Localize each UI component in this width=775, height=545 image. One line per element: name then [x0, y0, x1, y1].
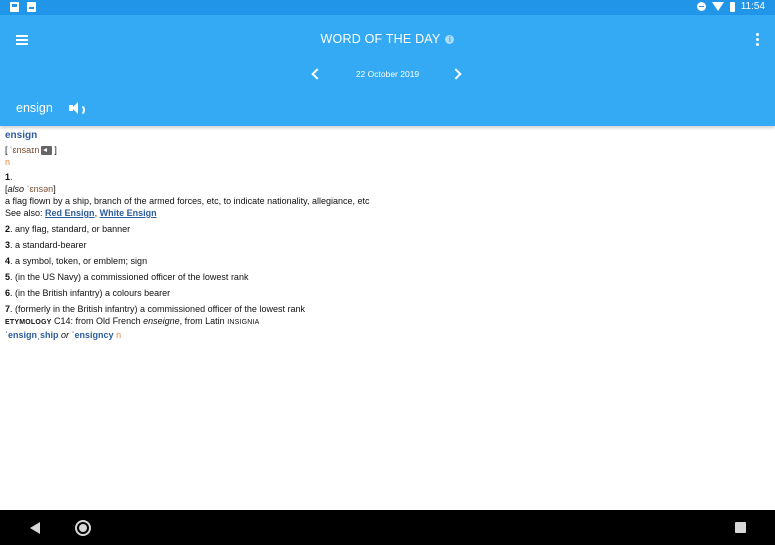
sense-text: . (formerly in the British infantry) a c…	[10, 304, 305, 314]
link-separator: ,	[94, 208, 98, 218]
speaker-wave	[78, 104, 85, 116]
pron-bracket-open: [	[5, 145, 8, 155]
link-red-ensign[interactable]: Red Ensign	[45, 208, 95, 218]
sense-text: . a standard-bearer	[10, 240, 87, 250]
wifi-icon	[711, 2, 724, 11]
sense-1: 1. [also ˈɛnsən] a flag flown by a ship,…	[5, 171, 770, 219]
etymology-source: INSIGNIA	[227, 319, 260, 326]
word-of-the-day: ensign	[16, 101, 53, 115]
alt-pronunciation: [also ˈɛnsən]	[5, 183, 770, 195]
etymology: ETYMOLOGY C14: from Old French enseigne,…	[5, 315, 770, 329]
sense-3: 3. a standard-bearer	[5, 239, 770, 251]
audio-play-icon[interactable]	[41, 145, 53, 155]
recents-icon[interactable]	[735, 522, 746, 533]
sense-text: . (in the British infantry) a colours be…	[10, 288, 171, 298]
title-container: WORD OF THE DAY i	[0, 32, 775, 46]
status-left	[10, 2, 36, 12]
derived-or: or	[61, 330, 70, 340]
etymology-label: ETYMOLOGY	[5, 319, 52, 326]
status-bar: 11:54	[0, 0, 775, 15]
dot	[756, 33, 759, 36]
etymology-text2: , from Latin	[179, 316, 225, 326]
app-bar: WORD OF THE DAY i 22 October 2019 ensign	[0, 15, 775, 126]
part-of-speech: n	[5, 157, 11, 167]
see-also-label: See also:	[5, 208, 43, 218]
do-not-disturb-icon	[696, 2, 706, 11]
sense-text: . (in the US Navy) a commissioned office…	[10, 272, 249, 282]
derived-word-1: ˈensignˌship	[5, 330, 59, 340]
image-icon	[27, 2, 36, 12]
derived-word-2: ˈensigncy	[71, 330, 114, 340]
sense-text: . a symbol, token, or emblem; sign	[10, 256, 148, 266]
title-row: WORD OF THE DAY i	[321, 32, 455, 46]
pron-bracket-close: ]	[54, 145, 57, 155]
more-options-button[interactable]	[756, 33, 759, 46]
sense-definition: a flag flown by a ship, branch of the ar…	[5, 196, 370, 206]
sense-6: 6. (in the British infantry) a colours b…	[5, 287, 770, 299]
battery-icon	[729, 1, 735, 12]
derived-pos: n	[116, 330, 122, 340]
etymology-italic: enseigne	[143, 316, 180, 326]
clock: 11:54	[740, 1, 765, 12]
phone-icon	[10, 2, 19, 12]
page-title: WORD OF THE DAY	[320, 32, 441, 46]
alt-ipa: ˈɛnsən	[26, 184, 54, 194]
back-icon[interactable]	[30, 522, 40, 534]
dictionary-entry: ensign [ˈɛnsaɪn ] n 1. [also ˈɛnsən] a f…	[5, 130, 770, 341]
pronunciation: [ˈɛnsaɪn ]	[5, 144, 770, 156]
navigation-bar	[0, 510, 775, 545]
sense-5: 5. (in the US Navy) a commissioned offic…	[5, 271, 770, 283]
alt-label: also	[7, 184, 25, 194]
see-also: See also: Red Ensign, White Ensign	[5, 207, 770, 219]
pron-ipa: ˈɛnsaɪn	[9, 145, 40, 155]
dot	[756, 38, 759, 41]
current-date: 22 October 2019	[355, 69, 420, 79]
sense-2: 2. any flag, standard, or banner	[5, 223, 770, 235]
alt-close: ]	[53, 184, 56, 194]
etymology-text: C14: from Old French	[54, 316, 141, 326]
status-right: 11:54	[696, 1, 765, 12]
speaker-icon[interactable]	[68, 102, 85, 116]
sense-4: 4. a symbol, token, or emblem; sign	[5, 255, 770, 267]
sense-7: 7. (formerly in the British infantry) a …	[5, 303, 770, 315]
sense-text: . any flag, standard, or banner	[10, 224, 131, 234]
derived-forms: ˈensignˌship or ˈensigncy n	[5, 329, 770, 341]
dot	[756, 43, 759, 46]
info-icon[interactable]: i	[445, 34, 455, 44]
headword: ensign	[5, 130, 38, 141]
home-icon[interactable]	[75, 520, 91, 536]
sense-dot: .	[10, 172, 13, 182]
date-navigator: 22 October 2019	[0, 68, 775, 83]
link-white-ensign[interactable]: White Ensign	[100, 208, 157, 218]
word-row: ensign	[16, 101, 85, 116]
